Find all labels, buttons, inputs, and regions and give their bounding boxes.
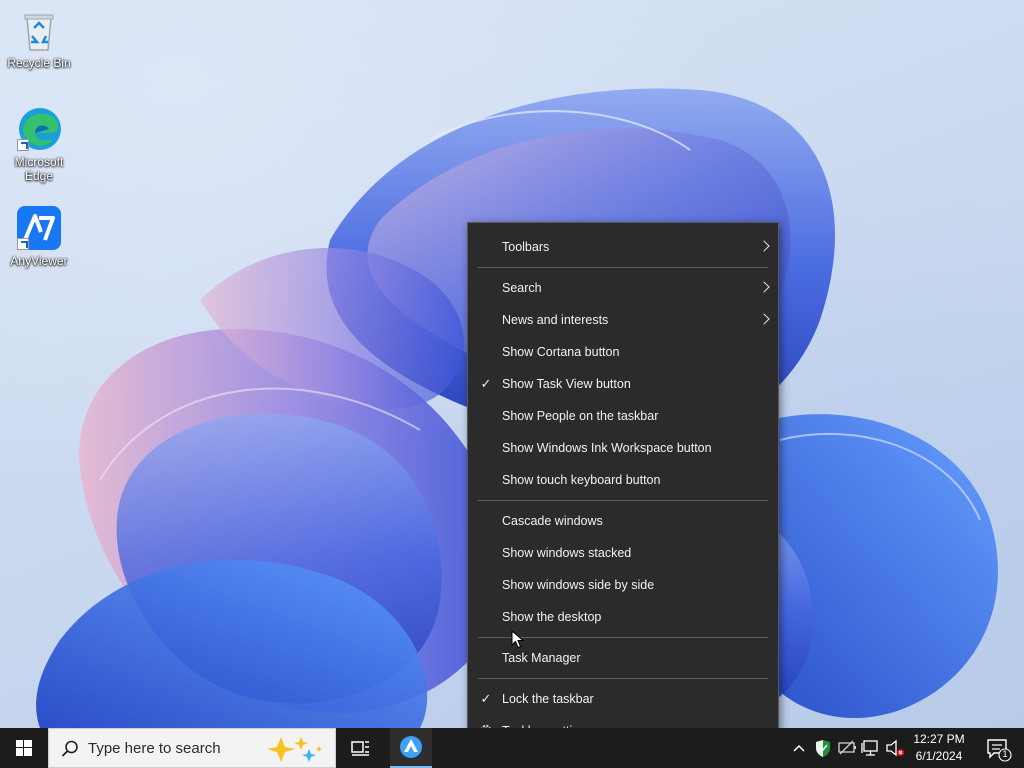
menu-item-label: News and interests: [502, 313, 609, 327]
volume-tray-icon[interactable]: [884, 728, 906, 768]
menu-item-label: Show People on the taskbar: [502, 409, 659, 423]
shortcut-arrow-icon: [17, 139, 29, 151]
menu-item-lock-taskbar[interactable]: ✓ Lock the taskbar: [468, 683, 778, 715]
menu-item-label: Toolbars: [502, 240, 550, 254]
chevron-up-icon: [793, 744, 805, 752]
notification-count-badge: 1: [1002, 749, 1008, 759]
menu-item-label: Cascade windows: [502, 514, 603, 528]
menu-item-show-task-view-button[interactable]: ✓ Show Task View button: [468, 368, 778, 400]
menu-item-label: Search: [502, 281, 542, 295]
mouse-cursor-icon: [511, 630, 525, 649]
windows-start-icon: [16, 740, 32, 756]
task-view-icon: [351, 741, 369, 756]
battery-tray-icon[interactable]: [836, 728, 858, 768]
menu-item-label: Lock the taskbar: [502, 692, 594, 706]
menu-item-show-people[interactable]: Show People on the taskbar: [468, 400, 778, 432]
menu-separator: [478, 678, 768, 679]
chevron-right-icon: [758, 240, 770, 252]
anyviewer-taskbar-button[interactable]: [390, 728, 432, 768]
recycle-bin-desktop-icon[interactable]: Recycle Bin: [1, 6, 77, 70]
network-tray-icon[interactable]: [860, 728, 882, 768]
clock-date: 6/1/2024: [915, 749, 963, 763]
clock-time: 12:27 PM: [913, 732, 965, 746]
menu-item-label: Show Cortana button: [502, 345, 620, 359]
system-clock[interactable]: 12:27 PM 6/1/2024: [906, 731, 972, 765]
search-placeholder: Type here to search: [88, 740, 221, 757]
menu-item-show-touch-keyboard[interactable]: Show touch keyboard button: [468, 464, 778, 496]
recycle-bin-icon: [15, 6, 63, 54]
menu-item-label: Show windows stacked: [502, 546, 632, 560]
search-icon: [61, 740, 78, 757]
taskbar[interactable]: Type here to search 12:27 PM 6/1/2024 1: [0, 728, 1024, 768]
menu-separator: [478, 500, 768, 501]
action-center-button[interactable]: 1: [980, 728, 1016, 768]
menu-item-label: Show the desktop: [502, 610, 602, 624]
anyviewer-label: AnyViewer: [10, 254, 68, 268]
chevron-right-icon: [758, 281, 770, 293]
menu-item-search[interactable]: Search: [468, 272, 778, 304]
start-button[interactable]: [0, 728, 48, 768]
anyviewer-icon: [15, 204, 63, 252]
battery-icon: [838, 740, 856, 755]
microsoft-edge-desktop-icon[interactable]: Microsoft Edge: [1, 105, 77, 183]
menu-item-windows-stacked[interactable]: Show windows stacked: [468, 537, 778, 569]
shortcut-arrow-icon: [17, 238, 29, 250]
menu-item-cascade-windows[interactable]: Cascade windows: [468, 505, 778, 537]
menu-item-label: Show windows side by side: [502, 578, 655, 592]
taskbar-context-menu: Toolbars Search News and interests Show …: [467, 222, 779, 756]
menu-item-label: Task Manager: [502, 651, 581, 665]
menu-item-show-desktop[interactable]: Show the desktop: [468, 601, 778, 633]
speaker-muted-icon: [886, 739, 904, 757]
menu-item-label: Show Task View button: [502, 377, 631, 391]
security-shield-icon: [816, 740, 830, 757]
anyviewer-app-icon: [390, 736, 432, 768]
task-view-button[interactable]: [340, 728, 380, 768]
recycle-bin-label: Recycle Bin: [7, 56, 71, 70]
menu-item-news-and-interests[interactable]: News and interests: [468, 304, 778, 336]
chevron-right-icon: [758, 313, 770, 325]
action-center-icon: [987, 739, 1012, 762]
show-hidden-icons-button[interactable]: [788, 728, 810, 768]
menu-item-toolbars[interactable]: Toolbars: [468, 231, 778, 263]
edge-icon: [15, 105, 63, 153]
menu-item-label: Show Windows Ink Workspace button: [502, 441, 712, 455]
checkmark-icon: ✓: [480, 691, 492, 706]
menu-separator: [478, 267, 768, 268]
network-icon: [861, 740, 878, 756]
anyviewer-desktop-icon[interactable]: AnyViewer: [1, 204, 77, 268]
security-tray-icon[interactable]: [812, 728, 834, 768]
taskbar-search-box[interactable]: Type here to search: [48, 728, 336, 768]
menu-item-show-ink-workspace[interactable]: Show Windows Ink Workspace button: [468, 432, 778, 464]
checkmark-icon: ✓: [480, 376, 492, 391]
menu-item-windows-side-by-side[interactable]: Show windows side by side: [468, 569, 778, 601]
menu-item-label: Show touch keyboard button: [502, 473, 661, 487]
microsoft-edge-label: Microsoft Edge: [14, 155, 64, 183]
menu-item-show-cortana-button[interactable]: Show Cortana button: [468, 336, 778, 368]
search-highlights-sparkle-icon: [267, 737, 322, 762]
